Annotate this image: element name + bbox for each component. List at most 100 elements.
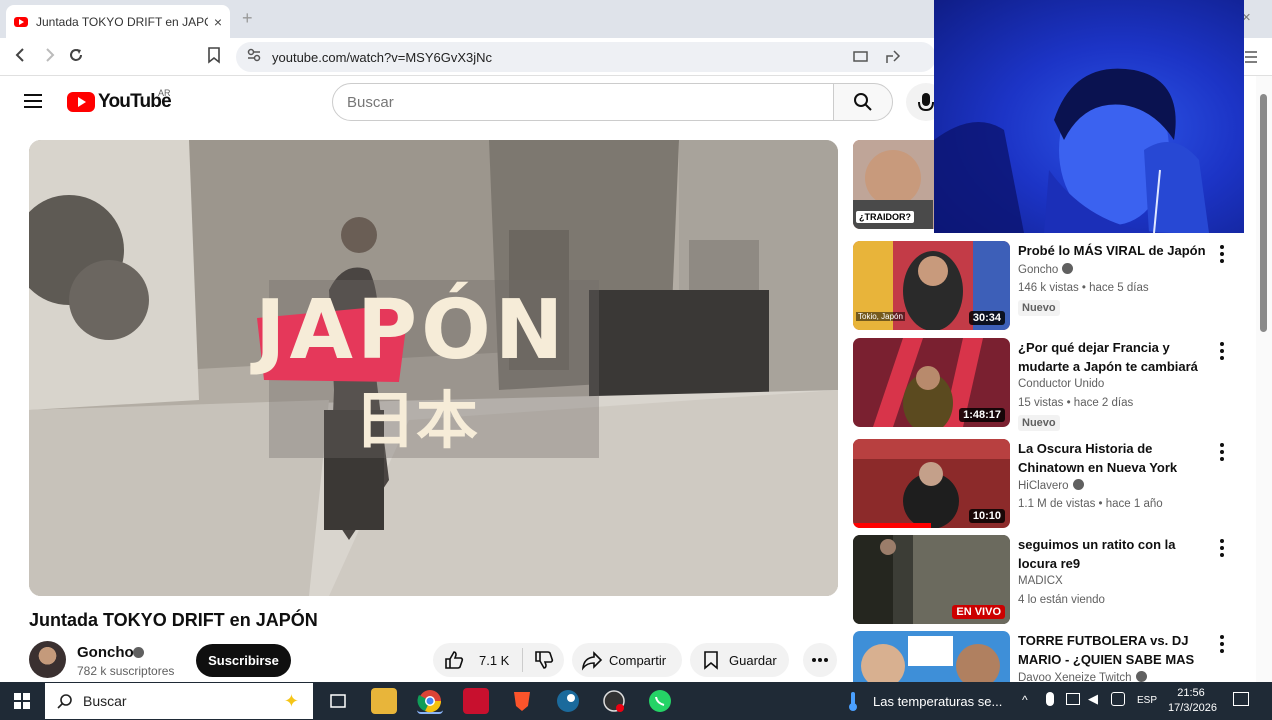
suggestion-thumbnail[interactable]: 10:10 [853, 439, 1010, 528]
browser-menu-icon[interactable] [1244, 50, 1258, 64]
suggestion-thumbnail[interactable] [853, 631, 1010, 682]
obs-studio-icon[interactable] [601, 688, 627, 714]
reload-icon[interactable] [67, 46, 85, 64]
like-dislike-group: 7.1 K [433, 643, 564, 677]
suggestion-thumbnail[interactable]: EN VIVO [853, 535, 1010, 624]
suggestion-meta: 1.1 M de vistas • hace 1 año [1018, 498, 1163, 510]
thermometer-weather-icon [849, 692, 857, 711]
browser-tab[interactable]: Juntada TOKYO DRIFT en JAPÓN × [6, 5, 230, 38]
taskbar-search-icon [57, 694, 72, 709]
kebab-menu-icon[interactable] [1216, 245, 1228, 263]
suggestion-thumb-image [853, 631, 1010, 682]
tab-title: Juntada TOKYO DRIFT en JAPÓN [36, 14, 208, 29]
suggestion-thumbnail[interactable]: Tokio, Japón 30:34 [853, 241, 1010, 330]
url-text: youtube.com/watch?v=MSY6GvX3jNc [272, 50, 493, 65]
address-bar[interactable]: youtube.com/watch?v=MSY6GvX3jNc [236, 42, 936, 72]
windows-start-icon[interactable] [14, 693, 30, 709]
site-settings-icon[interactable] [246, 47, 262, 63]
save-label: Guardar [729, 652, 777, 668]
country-code: AR [158, 88, 171, 98]
weather-widget-text[interactable]: Las temperaturas se... [873, 694, 1002, 709]
subscribe-button[interactable]: Suscribirse [196, 644, 291, 677]
youtube-logo[interactable]: YouTube [67, 91, 172, 113]
tab-close-icon[interactable]: × [214, 14, 222, 30]
chrome-icon[interactable] [417, 688, 443, 714]
notifications-icon[interactable] [1233, 692, 1249, 706]
subscriber-count: 782 k suscriptores [77, 664, 175, 678]
cast-icon[interactable] [853, 49, 869, 65]
video-player[interactable]: JAPÓN 日本 [29, 140, 838, 596]
suggestion-meta: 4 lo están viendo [1018, 594, 1105, 606]
search-highlight-sparkle-icon: ✦ [283, 690, 299, 711]
battery-icon[interactable] [1111, 692, 1125, 706]
share-label: Compartir [609, 652, 667, 668]
new-badge: Nuevo [1018, 415, 1060, 431]
thumbnail-title-text: JAPÓN [255, 283, 568, 378]
steam-icon[interactable] [555, 688, 581, 714]
network-icon[interactable] [1066, 693, 1080, 705]
video-duration: 10:10 [968, 509, 1005, 523]
hamburger-menu-icon[interactable] [24, 94, 42, 108]
thumbs-up-icon [445, 651, 464, 669]
suggestion-item[interactable]: 10:10 La Oscura Historia de Chinatown en… [853, 439, 1248, 529]
more-actions-button[interactable] [803, 643, 837, 677]
bookmark-icon[interactable] [206, 46, 222, 64]
suggestion-title: Probé lo MÁS VIRAL de Japón [1018, 243, 1206, 258]
search-button[interactable] [833, 83, 893, 121]
channel-avatar[interactable] [29, 641, 66, 678]
webcam-overlay [934, 0, 1244, 233]
suggestion-channel: Conductor Unido [1018, 378, 1105, 390]
taskbar-clock[interactable]: 21:56 17/3/2026 [1168, 686, 1217, 716]
amd-software-icon[interactable] [463, 688, 489, 714]
suggestion-item[interactable]: 1:48:17 ¿Por qué dejar Francia y mudarte… [853, 338, 1248, 431]
dislike-button[interactable] [523, 648, 555, 673]
suggestion-title: seguimos un ratito con la locura re9 [1018, 537, 1176, 571]
like-button[interactable]: 7.1 K [433, 648, 523, 672]
whatsapp-icon[interactable] [647, 688, 673, 714]
suggestion-item[interactable]: Tokio, Japón 30:34 Probé lo MÁS VIRAL de… [853, 241, 1248, 331]
share-button[interactable]: Compartir [572, 643, 682, 677]
like-count: 7.1 K [479, 652, 510, 668]
page-scrollbar[interactable] [1256, 76, 1272, 682]
scrollbar-thumb[interactable] [1260, 94, 1267, 332]
suggestion-channel: HiClavero [1018, 479, 1084, 492]
save-bookmark-icon [704, 651, 718, 670]
suggestion-item[interactable]: TORRE FUTBOLERA vs. DJ MARIO - ¿QUIEN SA… [853, 631, 1248, 682]
kebab-menu-icon[interactable] [1216, 635, 1228, 653]
video-duration: 30:34 [968, 311, 1005, 325]
kebab-menu-icon[interactable] [1216, 443, 1228, 461]
new-tab-button[interactable]: + [242, 8, 253, 29]
file-explorer-icon[interactable] [371, 688, 397, 714]
youtube-favicon-icon [14, 16, 28, 27]
share-icon [581, 651, 603, 671]
back-icon[interactable] [12, 46, 30, 64]
forward-icon[interactable] [40, 46, 58, 64]
suggestion-item[interactable]: EN VIVO seguimos un ratito con la locura… [853, 535, 1248, 625]
suggestion-thumbnail[interactable]: 1:48:17 [853, 338, 1010, 427]
new-badge: Nuevo [1018, 300, 1060, 316]
clock-time: 21:56 [1177, 687, 1205, 699]
suggestion-meta: 146 k vistas • hace 5 días [1018, 282, 1149, 294]
more-horizontal-icon [812, 658, 828, 662]
taskbar-search-box[interactable]: Buscar ✦ [45, 683, 313, 719]
suggestion-channel: Goncho [1018, 263, 1074, 276]
chevron-up-icon[interactable]: ^ [1022, 693, 1028, 707]
share-page-icon[interactable] [885, 49, 901, 65]
verified-check-icon [1072, 479, 1084, 490]
youtube-search-input[interactable] [332, 83, 834, 121]
suggestion-title: TORRE FUTBOLERA vs. DJ MARIO - ¿QUIEN SA… [1018, 633, 1195, 667]
brave-browser-icon[interactable] [509, 688, 535, 714]
save-button[interactable]: Guardar [690, 643, 789, 677]
thumbnail-kanji-text: 日本 [354, 384, 479, 457]
kebab-menu-icon[interactable] [1216, 539, 1228, 557]
microphone-tray-icon[interactable] [1046, 692, 1054, 706]
thumb-location-tag: Tokio, Japón [856, 312, 905, 321]
video-title: Juntada TOKYO DRIFT en JAPÓN [29, 610, 318, 630]
task-view-icon[interactable] [325, 688, 351, 714]
keyboard-language[interactable]: ESP [1137, 695, 1157, 706]
channel-name[interactable]: Goncho [77, 644, 134, 661]
clock-date: 17/3/2026 [1168, 702, 1217, 714]
windows-taskbar: Buscar ✦ Las temperaturas se... ^ ◀ ESP … [0, 682, 1272, 720]
kebab-menu-icon[interactable] [1216, 342, 1228, 360]
volume-icon[interactable]: ◀ [1088, 691, 1098, 707]
